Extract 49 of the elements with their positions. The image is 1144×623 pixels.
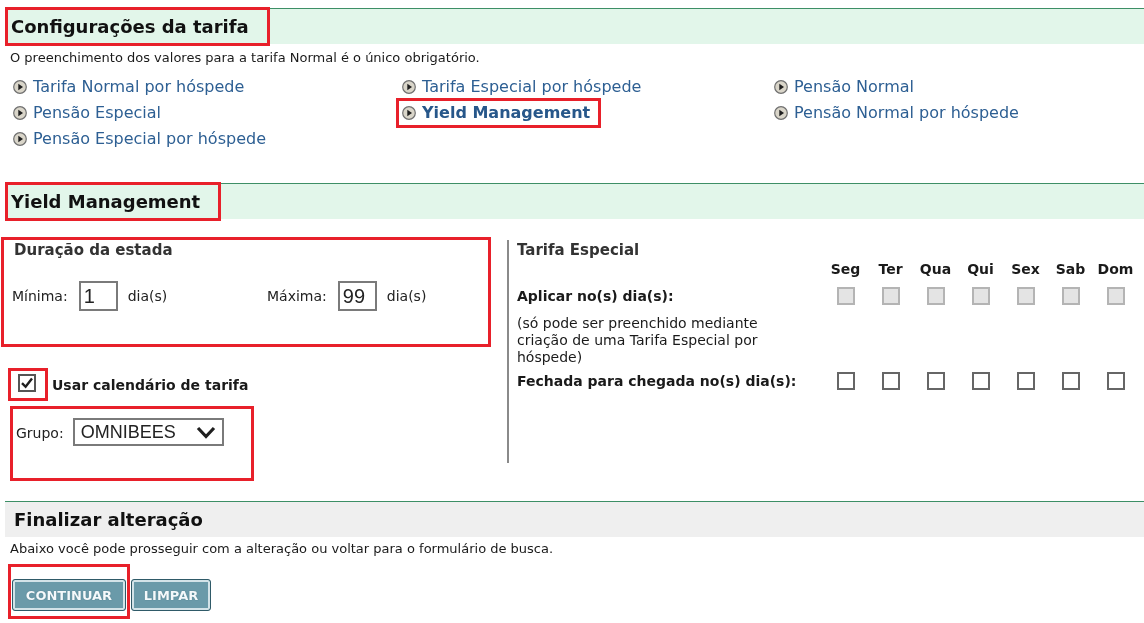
checkbox[interactable] bbox=[1016, 372, 1035, 390]
nav-link[interactable]: Yield Management bbox=[422, 103, 591, 123]
play-circle-icon bbox=[774, 106, 788, 120]
checkbox[interactable] bbox=[1061, 372, 1080, 390]
group-select[interactable]: OMNIBEES bbox=[72, 418, 224, 446]
checkbox[interactable] bbox=[1106, 372, 1125, 390]
nav-link[interactable]: Pensão Normal bbox=[794, 77, 914, 97]
hint-text: (só pode ser preenchido mediante criação de uma Tarifa Especial por hóspede) bbox=[517, 315, 759, 366]
play-circle-icon bbox=[13, 106, 27, 120]
panel-title: Duração da estada bbox=[14, 240, 174, 260]
play-circle-icon bbox=[774, 80, 788, 94]
play-circle-icon bbox=[402, 106, 416, 120]
play-circle-icon bbox=[13, 132, 27, 146]
field-label: Mínima: bbox=[12, 287, 68, 305]
nav-link[interactable]: Pensão Normal por hóspede bbox=[794, 103, 1019, 123]
day-header: Sab bbox=[1055, 260, 1086, 278]
number-input[interactable]: 99 bbox=[337, 281, 377, 311]
day-header: Dom bbox=[1097, 260, 1134, 278]
checkbox[interactable] bbox=[18, 374, 36, 392]
nav-link[interactable]: Tarifa Normal por hóspede bbox=[33, 77, 245, 97]
unit-label: dia(s) bbox=[386, 287, 427, 305]
instruction-text: O preenchimento dos valores para a tarifa Normal é o único obrigatório. bbox=[10, 50, 481, 66]
instruction-text: Abaixo você pode prosseguir com a alteração ou voltar para o formulário de busca. bbox=[10, 541, 555, 557]
section-title: Finalizar alteração bbox=[14, 508, 203, 531]
field-label: Máxima: bbox=[267, 287, 327, 305]
nav-link[interactable]: Pensão Especial por hóspede bbox=[33, 129, 266, 149]
day-header: Seg bbox=[830, 260, 861, 278]
checkbox[interactable] bbox=[836, 372, 855, 390]
play-circle-icon bbox=[402, 80, 416, 94]
number-input[interactable]: 1 bbox=[78, 281, 118, 311]
day-header: Ter bbox=[878, 260, 903, 278]
checkbox[interactable] bbox=[881, 372, 900, 390]
field-label: Grupo: bbox=[16, 424, 64, 442]
section-title: Configurações da tarifa bbox=[11, 16, 249, 38]
checkbox[interactable] bbox=[926, 372, 945, 390]
row-label: Fechada para chegada no(s) dia(s): bbox=[517, 372, 797, 390]
play-circle-icon bbox=[13, 80, 27, 94]
chevron-down-icon bbox=[195, 425, 216, 439]
unit-label: dia(s) bbox=[127, 287, 168, 305]
day-header: Sex bbox=[1011, 260, 1040, 278]
section-title: Yield Management bbox=[11, 191, 201, 213]
nav-link[interactable]: Pensão Especial bbox=[33, 103, 161, 123]
row-label: Aplicar no(s) dia(s): bbox=[517, 287, 674, 305]
nav-link[interactable]: Tarifa Especial por hóspede bbox=[422, 77, 642, 97]
panel-title: Tarifa Especial bbox=[517, 240, 641, 260]
checkbox-label: Usar calendário de tarifa bbox=[52, 375, 249, 394]
day-header: Qua bbox=[919, 260, 952, 278]
day-header: Qui bbox=[967, 260, 994, 278]
checkbox[interactable] bbox=[971, 372, 990, 390]
